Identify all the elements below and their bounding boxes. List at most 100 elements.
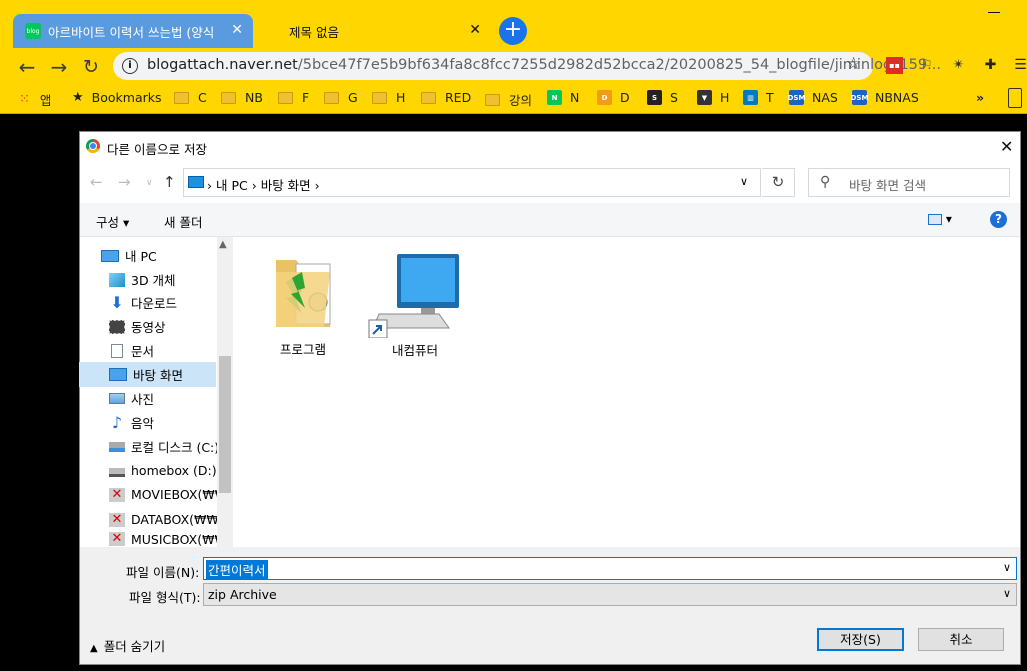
chrome-icon [86, 139, 100, 153]
cursor-extension-icon[interactable]: ⚐ [918, 57, 935, 74]
tree-item-local-disk[interactable]: 로컬 디스크 (C:) [109, 435, 219, 458]
breadcrumb[interactable]: › 내 PC › 바탕 화면 › [207, 175, 320, 194]
dsm-icon: DSM [788, 90, 805, 105]
file-label: 프로그램 [279, 342, 326, 357]
music-icon: ♪ [111, 412, 123, 432]
view-options-button[interactable]: ▾ [928, 212, 952, 226]
chat-icon: S [647, 90, 662, 105]
chevron-down-icon[interactable]: ∨ [1003, 587, 1011, 600]
bookmark-folder[interactable]: 강의 [485, 90, 532, 109]
bookmark-t[interactable]: ▥ T [743, 90, 774, 105]
bookmark-folder[interactable]: H [372, 90, 405, 105]
folder-icon [372, 91, 387, 104]
reload-button[interactable]: ↻ [79, 55, 103, 79]
new-tab-button[interactable]: + [499, 17, 527, 45]
back-arrow-icon[interactable]: ← [90, 173, 103, 191]
folder-icon [278, 91, 293, 104]
program-folder-icon [272, 252, 334, 332]
h-site-icon: ▼ [697, 90, 712, 105]
bookmark-h[interactable]: ▼ H [697, 90, 729, 105]
command-bar [80, 203, 1020, 237]
info-icon[interactable]: i [122, 58, 138, 74]
bookmark-nbnas[interactable]: DSM NBNAS [851, 90, 919, 105]
close-icon[interactable]: ✕ [469, 22, 481, 38]
tree-item-homebox[interactable]: homebox (D:) [109, 459, 217, 482]
cancel-button[interactable]: 취소 [918, 628, 1004, 651]
back-button[interactable]: ← [15, 55, 39, 79]
url-text[interactable]: blogattach.naver.net/5bce47f7e5b9bf634fa… [147, 57, 941, 73]
tree-item-3d-objects[interactable]: 3D 개체 [109, 268, 176, 291]
bookmark-d[interactable]: DD [597, 90, 630, 105]
folder-icon [421, 91, 436, 104]
network-drive-disconnected-icon: ✕ [109, 532, 125, 546]
tree-item-desktop[interactable]: 바탕 화면 [109, 363, 183, 386]
bookmark-folder[interactable]: RED [421, 90, 471, 105]
bookmark-folder[interactable]: G [324, 90, 358, 105]
dialog-title: 다른 이름으로 저장 [107, 142, 207, 157]
recent-dropdown-icon[interactable]: ∨ [146, 178, 153, 188]
refresh-button[interactable]: ↻ [762, 168, 795, 197]
downloads-icon: ⬇ [110, 292, 124, 312]
forward-button[interactable]: → [47, 55, 71, 79]
extensions-puzzle-icon[interactable]: ✚ [982, 57, 999, 74]
bookmark-star-icon[interactable]: ☆ [846, 54, 861, 74]
filename-value[interactable]: 간편이력서 [206, 560, 268, 579]
folder-icon [221, 91, 236, 104]
bookmark-apps[interactable]: ⁙ 앱 [19, 90, 51, 109]
tree-item-musicbox[interactable]: ✕ MUSICBOX(₩₩F [109, 532, 234, 546]
close-dialog-icon[interactable]: ✕ [1000, 137, 1013, 156]
extension-icon[interactable]: ▪▪ [886, 57, 903, 74]
pc-icon [188, 176, 204, 188]
tab-untitled[interactable]: 제목 없음 ✕ [253, 14, 491, 48]
save-button[interactable]: 저장(S) [817, 628, 904, 651]
file-label: 내컴퓨터 [391, 343, 438, 358]
reading-list-icon[interactable] [1008, 88, 1022, 108]
tree-item-this-pc[interactable]: 내 PC [101, 244, 157, 267]
tree-item-moviebox[interactable]: ✕ MOVIEBOX(₩₩F [109, 483, 234, 506]
search-icon: ⚲ [820, 174, 831, 190]
minimize-icon[interactable] [988, 12, 1000, 13]
scroll-up-icon[interactable]: ▲ [219, 239, 227, 250]
close-icon[interactable]: ✕ [231, 22, 243, 38]
bookmark-nas[interactable]: DSM NAS [788, 90, 838, 105]
bookmark-folder[interactable]: C [174, 90, 207, 105]
file-list [233, 237, 1020, 547]
computer-shortcut-icon [367, 252, 463, 339]
pointer-extension-icon[interactable]: ✴ [950, 57, 967, 74]
tree-item-pictures[interactable]: 사진 [109, 387, 154, 410]
filetype-select[interactable] [203, 583, 1017, 606]
view-icon [928, 214, 942, 225]
bookmark-n[interactable]: NN [547, 90, 579, 105]
trello-icon: ▥ [743, 90, 758, 105]
tab-title: 아르바이트 이력서 쓰는법 (양식 [48, 24, 215, 40]
blog-favicon-icon: blog [25, 23, 41, 39]
filename-input[interactable] [203, 557, 1017, 580]
scrollbar-thumb[interactable] [219, 356, 231, 493]
tree-item-videos[interactable]: 동영상 [109, 315, 166, 338]
naver-icon: N [547, 90, 562, 105]
tree-item-downloads[interactable]: ⬇ 다운로드 [109, 291, 177, 314]
organize-button[interactable]: 구성 ▾ [96, 212, 129, 231]
file-item-my-computer[interactable]: 내컴퓨터 [363, 252, 467, 359]
dsm-icon: DSM [851, 90, 868, 105]
chevron-down-icon[interactable]: ∨ [740, 175, 748, 188]
file-item-program[interactable]: 프로그램 [268, 252, 338, 358]
hide-folders-toggle[interactable]: ▲ 폴더 숨기기 [90, 636, 165, 655]
chevron-up-icon: ▲ [90, 643, 98, 654]
tree-item-documents[interactable]: 문서 [109, 339, 154, 362]
forward-arrow-icon[interactable]: → [118, 173, 131, 191]
network-drive-disconnected-icon: ✕ [109, 512, 125, 527]
bookmarks-overflow[interactable]: » [976, 90, 984, 105]
bookmark-folder[interactable]: F [278, 90, 309, 105]
new-folder-button[interactable]: 새 폴더 [164, 212, 202, 231]
bookmark-bookmarks[interactable]: ★ Bookmarks [72, 90, 162, 105]
up-arrow-icon[interactable]: ↑ [163, 173, 176, 191]
menu-icon[interactable]: ☰ [1012, 57, 1027, 74]
help-icon[interactable]: ? [990, 211, 1007, 228]
chevron-down-icon[interactable]: ∨ [1003, 561, 1011, 574]
tree-item-music[interactable]: ♪ 음악 [109, 411, 154, 434]
bookmark-folder[interactable]: NB [221, 90, 263, 105]
tab-blog[interactable]: blog 아르바이트 이력서 쓰는법 (양식 ✕ [13, 14, 253, 48]
bookmark-s[interactable]: SS [647, 90, 678, 105]
d-site-icon: D [597, 90, 612, 105]
